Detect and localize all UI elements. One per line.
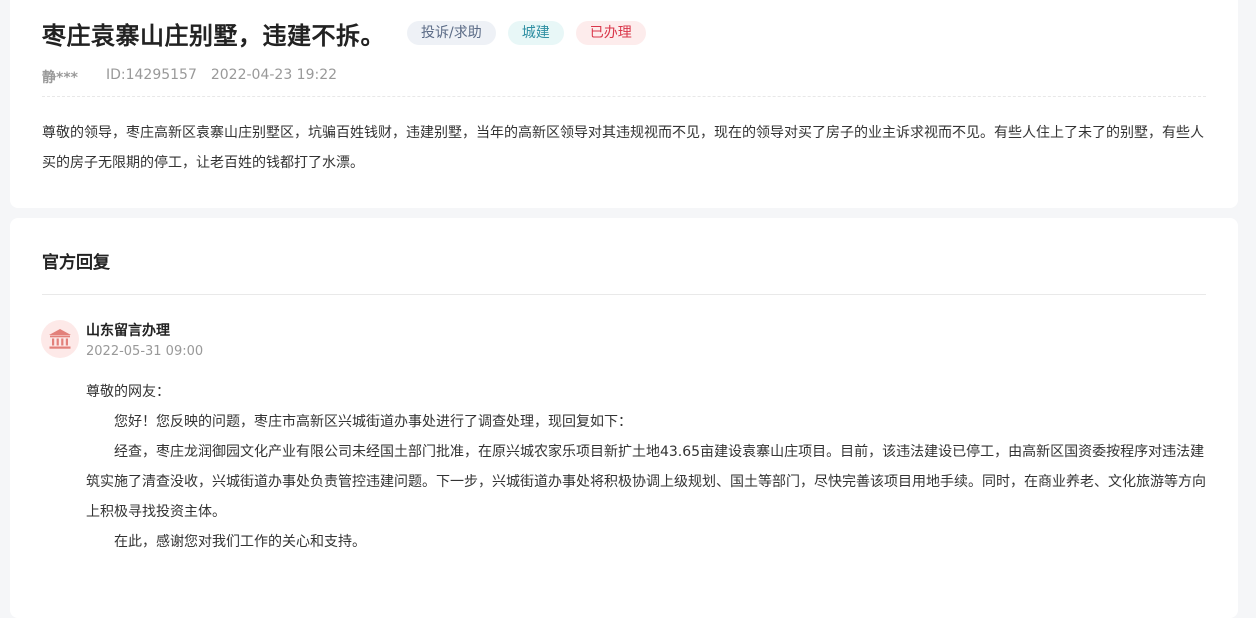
avatar [41,320,79,358]
post-title: 枣庄袁寨山庄别墅，违建不拆。 [42,21,385,50]
title-row: 枣庄袁寨山庄别墅，违建不拆。 投诉/求助 城建 已办理 [42,13,658,53]
reply-divider [42,294,1206,295]
meta-divider [42,96,1206,97]
post-meta: 静*** ID:14295157 2022-04-23 19:22 [42,67,337,87]
tag-category[interactable]: 城建 [507,21,564,45]
post-content: 尊敬的领导，枣庄高新区袁寨山庄别墅区，坑骗百姓钱财，违建别墅，当年的高新区领导对… [42,125,1204,171]
status-badge: 已办理 [575,21,646,45]
reply-body: 尊敬的网友： 您好！您反映的问题，枣庄市高新区兴城街道办事处进行了调查处理，现回… [86,377,1206,557]
post-author: 静*** [42,70,78,86]
post-date: 2022-04-23 19:22 [210,67,338,83]
reply-card: 官方回复 山东留言办理 2022-05-31 09:00 尊敬的网友： 您好！您… [10,218,1238,618]
reply-paragraph: 在此，感谢您对我们工作的关心和支持。 [114,534,366,550]
reply-section-title: 官方回复 [42,253,110,273]
reply-org: 山东留言办理 [86,323,170,339]
tag-type[interactable]: 投诉/求助 [407,21,496,45]
reply-greeting: 尊敬的网友： [86,384,170,400]
government-building-icon [49,329,71,349]
post-id: ID:14295157 [105,67,197,83]
reply-paragraph: 经查，枣庄龙润御园文化产业有限公司未经国土部门批准，在原兴城农家乐项目新扩土地4… [86,444,1206,520]
reply-paragraph: 您好！您反映的问题，枣庄市高新区兴城街道办事处进行了调查处理，现回复如下： [114,414,632,430]
post-card: 枣庄袁寨山庄别墅，违建不拆。 投诉/求助 城建 已办理 静*** ID:1429… [10,0,1238,208]
reply-time: 2022-05-31 09:00 [86,344,204,359]
